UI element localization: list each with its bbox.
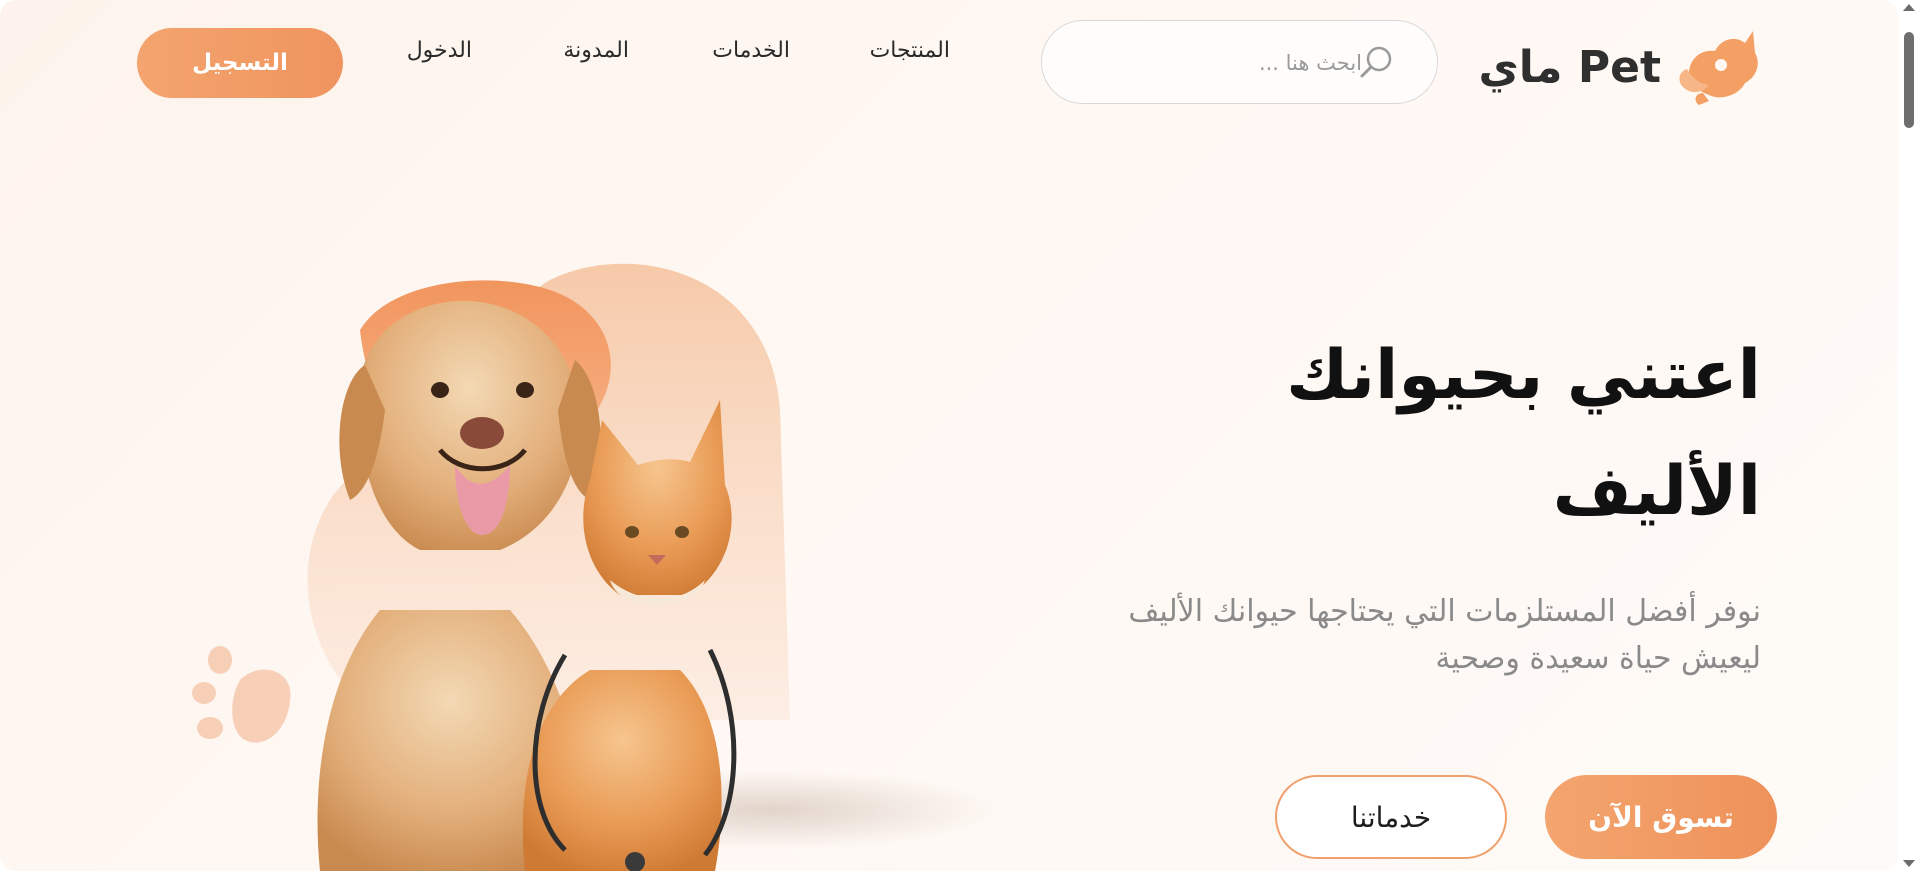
shop-now-button[interactable]: تسوق الآن bbox=[1545, 775, 1777, 859]
page-scrollbar[interactable] bbox=[1898, 0, 1920, 871]
hero-subtitle: نوفر أفضل المستلزمات التي يحتاجها حيوانك… bbox=[1128, 594, 1761, 676]
hero-title: اعتني بحيوانك الأليف bbox=[1286, 336, 1761, 531]
brand-name: ماي Pet bbox=[1478, 41, 1661, 93]
search-input[interactable] bbox=[1062, 21, 1362, 105]
hero-pets-illustration bbox=[192, 263, 1000, 871]
search-bar[interactable] bbox=[1041, 20, 1438, 105]
landing-page: ماي Pet المنتجات الخدمات المدونة الدخول … bbox=[0, 0, 1898, 871]
scroll-up-icon[interactable] bbox=[1903, 4, 1915, 11]
nav-blog[interactable]: المدونة bbox=[563, 38, 629, 82]
nav-products[interactable]: المنتجات bbox=[870, 38, 950, 82]
brand-logo[interactable]: ماي Pet bbox=[1461, 20, 1761, 114]
logo-icon bbox=[1679, 31, 1758, 105]
scroll-down-icon[interactable] bbox=[1903, 860, 1915, 867]
search-icon[interactable] bbox=[1357, 43, 1397, 83]
register-button[interactable]: التسجيل bbox=[137, 28, 343, 98]
nav-services[interactable]: الخدمات bbox=[712, 38, 790, 82]
scroll-thumb[interactable] bbox=[1904, 32, 1914, 128]
our-services-button[interactable]: خدماتنا bbox=[1275, 775, 1507, 859]
paw-icon bbox=[192, 646, 291, 743]
nav-login[interactable]: الدخول bbox=[407, 38, 472, 82]
